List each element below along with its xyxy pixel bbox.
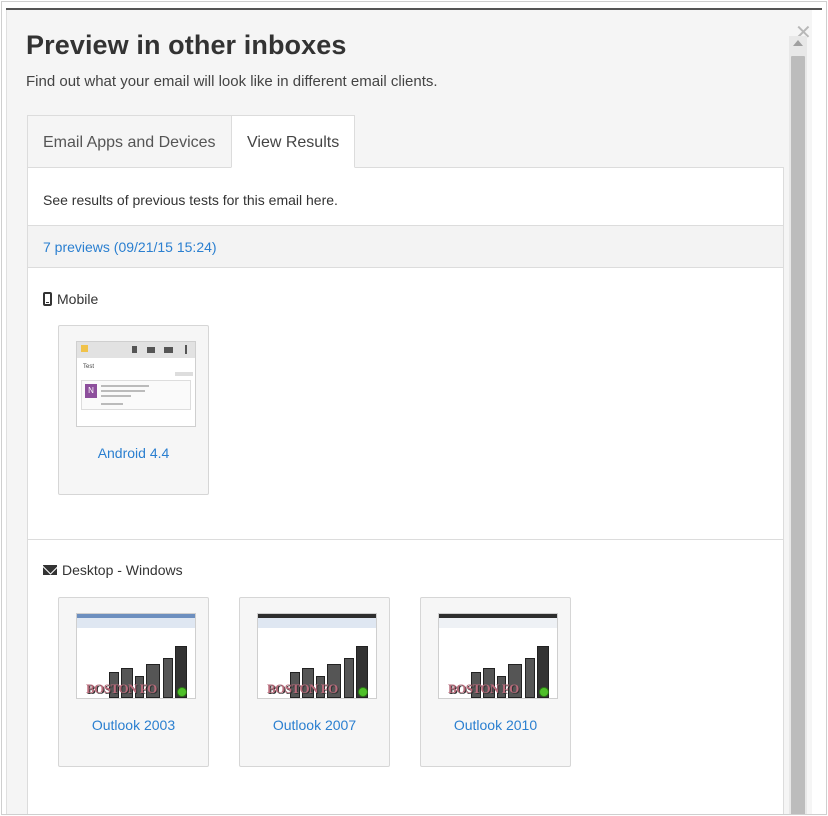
mail-icon bbox=[43, 565, 57, 575]
outlook-2010-thumbnail[interactable]: BOSTON FO bbox=[438, 613, 558, 699]
android-app-icon bbox=[81, 345, 88, 352]
preview-label-outlook-2010[interactable]: Outlook 2010 bbox=[421, 717, 570, 733]
tab-bar: Email Apps and Devices View Results bbox=[27, 115, 355, 168]
android-text-line bbox=[101, 390, 145, 392]
android-message-card: N bbox=[81, 380, 191, 410]
window-frame: Preview in other inboxes Find out what y… bbox=[1, 1, 827, 815]
android-label-chip bbox=[175, 372, 193, 376]
android-lock-icon bbox=[132, 346, 137, 353]
results-header-bar: 7 previews (09/21/15 15:24) bbox=[28, 225, 783, 268]
tab-email-apps-and-devices[interactable]: Email Apps and Devices bbox=[27, 115, 231, 168]
modal-subtitle: Find out what your email will look like … bbox=[26, 73, 438, 90]
thumb-body: BOSTON FO bbox=[439, 628, 557, 698]
android-text-line bbox=[101, 395, 131, 397]
phone-icon bbox=[43, 292, 52, 306]
thumb-toolbar bbox=[258, 618, 376, 628]
preview-card-android[interactable]: Test N Android 4.4 bbox=[58, 325, 209, 495]
section-mobile-label: Mobile bbox=[43, 291, 98, 307]
android-mail-icon bbox=[147, 347, 155, 353]
outlook-2007-thumbnail[interactable]: BOSTON FO bbox=[257, 613, 377, 699]
section-divider bbox=[28, 539, 783, 540]
thumb-body: BOSTON FO bbox=[77, 628, 195, 698]
section-desktop-label: Desktop - Windows bbox=[43, 562, 183, 578]
outlook-2003-thumbnail[interactable]: BOSTON FO bbox=[76, 613, 196, 699]
results-panel: See results of previous tests for this e… bbox=[27, 167, 784, 814]
android-subject: Test bbox=[83, 364, 95, 370]
thumb-toolbar bbox=[439, 618, 557, 628]
android-toolbar bbox=[77, 342, 195, 358]
ball-icon bbox=[539, 687, 549, 697]
preview-card-outlook-2007[interactable]: BOSTON FO Outlook 2007 bbox=[239, 597, 390, 767]
preview-label-android[interactable]: Android 4.4 bbox=[59, 445, 208, 461]
section-mobile-text: Mobile bbox=[57, 291, 99, 307]
android-text-line bbox=[101, 385, 149, 387]
preview-card-outlook-2010[interactable]: BOSTON FO Outlook 2010 bbox=[420, 597, 571, 767]
preview-card-outlook-2003[interactable]: BOSTON FO Outlook 2003 bbox=[58, 597, 209, 767]
boston-text: BOSTON FO bbox=[448, 681, 519, 696]
thumb-body: BOSTON FO bbox=[258, 628, 376, 698]
android-thumbnail[interactable]: Test N bbox=[76, 341, 196, 427]
preview-modal: Preview in other inboxes Find out what y… bbox=[6, 10, 812, 814]
android-folder-icon bbox=[164, 347, 173, 353]
thumb-toolbar bbox=[77, 618, 195, 628]
android-menu-icon bbox=[185, 345, 187, 354]
tab-view-results[interactable]: View Results bbox=[231, 115, 355, 168]
previews-link[interactable]: 7 previews (09/21/15 15:24) bbox=[43, 239, 217, 255]
scroll-up-arrow-icon[interactable] bbox=[793, 40, 803, 46]
vertical-scrollbar[interactable] bbox=[789, 36, 807, 814]
scrollbar-thumb[interactable] bbox=[791, 56, 805, 814]
boston-text: BOSTON FO bbox=[86, 681, 157, 696]
ball-icon bbox=[358, 687, 368, 697]
boston-text: BOSTON FO bbox=[267, 681, 338, 696]
modal-title: Preview in other inboxes bbox=[26, 30, 347, 60]
ball-icon bbox=[177, 687, 187, 697]
preview-label-outlook-2003[interactable]: Outlook 2003 bbox=[59, 717, 208, 733]
preview-label-outlook-2007[interactable]: Outlook 2007 bbox=[240, 717, 389, 733]
android-text-line bbox=[101, 403, 123, 405]
avatar: N bbox=[85, 384, 97, 398]
results-info-text: See results of previous tests for this e… bbox=[43, 192, 338, 208]
section-desktop-text: Desktop - Windows bbox=[62, 562, 183, 578]
